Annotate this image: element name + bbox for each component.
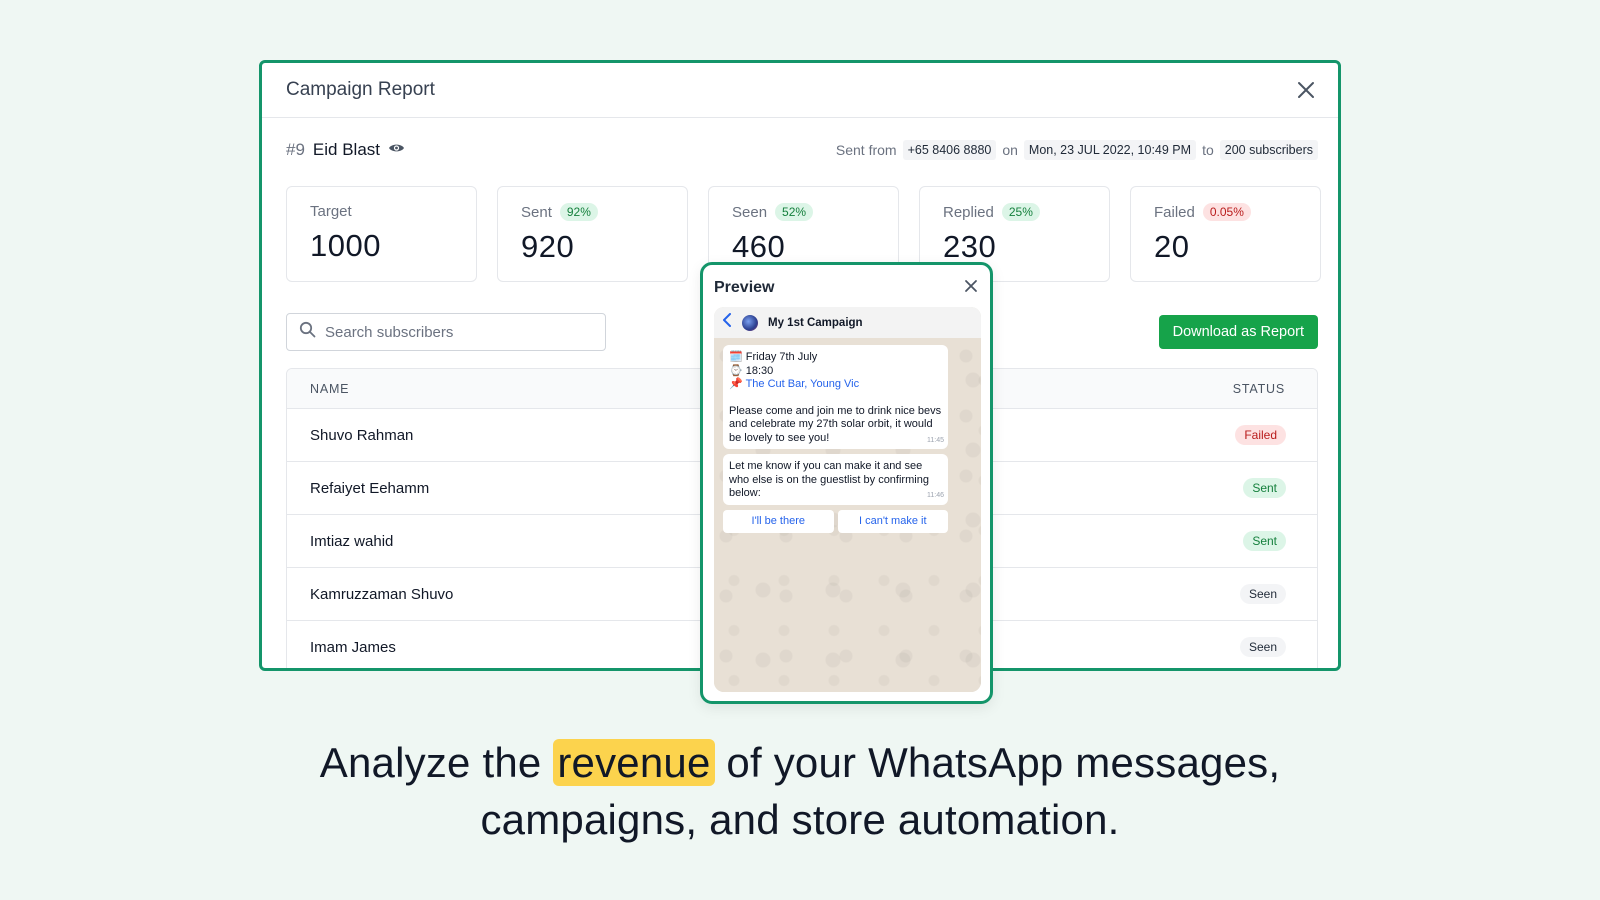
to-label: to xyxy=(1202,142,1214,158)
stat-label: Seen xyxy=(732,203,768,221)
on-label: on xyxy=(1002,142,1018,158)
status-badge: Seen xyxy=(1239,584,1286,604)
sent-date: Mon, 23 JUL 2022, 10:49 PM xyxy=(1023,140,1197,160)
stat-label: Sent xyxy=(521,203,552,221)
preview-popover: Preview My 1st Campaign 🗓️ Friday 7th Ju… xyxy=(700,262,993,704)
stat-value: 1000 xyxy=(310,228,381,263)
stat-value: 920 xyxy=(521,229,575,264)
sender-number: +65 8406 8880 xyxy=(902,140,997,160)
close-icon[interactable] xyxy=(962,277,980,295)
subscriber-name: Imam James xyxy=(310,638,396,656)
preview-title: Preview xyxy=(714,279,775,296)
pin-icon: 📌 xyxy=(729,378,743,390)
chat-name: My 1st Campaign xyxy=(768,316,863,329)
tagline-highlight: revenue xyxy=(553,739,715,786)
stat-label: Target xyxy=(310,203,352,220)
whatsapp-preview: My 1st Campaign 🗓️ Friday 7th July ⌚ 18:… xyxy=(714,307,981,692)
chat-header: My 1st Campaign xyxy=(714,307,981,338)
stat-value: 460 xyxy=(732,229,786,264)
tagline-line1-end: of your WhatsApp messages, xyxy=(726,739,1281,786)
back-arrow-icon[interactable] xyxy=(722,313,732,332)
tagline-start: Analyze the xyxy=(319,739,542,786)
chat-area: 🗓️ Friday 7th July ⌚ 18:30 📌 The Cut Bar… xyxy=(714,338,981,692)
stat-badge: 0.05% xyxy=(1202,203,1251,221)
subscriber-name: Refaiyet Eehamm xyxy=(310,479,430,497)
status-badge: Seen xyxy=(1239,637,1286,657)
reply-no-button[interactable]: I can't make it xyxy=(837,509,948,533)
modal-title: Campaign Report xyxy=(286,79,435,100)
campaign-name: Eid Blast xyxy=(312,140,381,159)
stat-card-failed: Failed 0.05% 20 xyxy=(1130,186,1321,282)
status-badge: Sent xyxy=(1243,531,1286,551)
message-time: 11:45 xyxy=(927,436,944,444)
subscriber-name: Imtiaz wahid xyxy=(310,532,394,550)
message-body: Let me know if you can make it and see w… xyxy=(729,460,929,499)
tagline-line2: campaigns, and store automation. xyxy=(480,796,1120,843)
stat-label: Replied xyxy=(943,203,994,221)
search-icon xyxy=(299,321,316,343)
sent-from-label: Sent from xyxy=(835,142,897,158)
stat-badge: 25% xyxy=(1001,203,1040,221)
campaign-meta-row: #9 Eid Blast Sent from +65 8406 8880 on … xyxy=(286,140,1318,160)
message-bubble: 🗓️ Friday 7th July ⌚ 18:30 📌 The Cut Bar… xyxy=(723,345,948,449)
message-body: Please come and join me to drink nice be… xyxy=(729,404,942,444)
subscriber-name: Kamruzzaman Shuvo xyxy=(310,585,454,603)
tagline: Analyze the revenue of your WhatsApp mes… xyxy=(0,734,1600,848)
column-header-name[interactable]: NAME xyxy=(310,382,349,396)
search-input[interactable] xyxy=(325,323,585,341)
eye-icon[interactable] xyxy=(388,141,405,159)
subscriber-name: Shuvo Rahman xyxy=(310,426,414,444)
reply-yes-button[interactable]: I'll be there xyxy=(723,509,834,533)
stat-badge: 52% xyxy=(775,203,814,221)
stat-card-target: Target 1000 xyxy=(286,186,477,282)
search-box[interactable] xyxy=(286,313,606,351)
event-date: 🗓️ Friday 7th July xyxy=(729,351,818,363)
close-icon[interactable] xyxy=(1294,78,1318,102)
recipients-count: 200 subscribers xyxy=(1219,140,1318,160)
download-report-button[interactable]: Download as Report xyxy=(1158,315,1318,349)
event-time: ⌚ 18:30 xyxy=(729,364,774,377)
quick-replies: I'll be there I can't make it xyxy=(723,509,948,533)
stat-value: 20 xyxy=(1154,229,1190,264)
column-header-status[interactable]: STATUS xyxy=(1233,382,1285,396)
stat-badge: 92% xyxy=(559,203,598,221)
avatar xyxy=(742,314,758,331)
stat-label: Failed xyxy=(1154,203,1195,221)
campaign-id: #9 xyxy=(286,140,305,159)
event-location-line: 📌 The Cut Bar, Young Vic xyxy=(729,378,942,392)
modal-header: Campaign Report xyxy=(262,63,1338,118)
message-bubble: Let me know if you can make it and see w… xyxy=(723,454,948,505)
stat-card-sent: Sent 92% 920 xyxy=(497,186,688,282)
message-time: 11:46 xyxy=(927,492,944,499)
event-location-link[interactable]: The Cut Bar, Young Vic xyxy=(746,378,860,390)
status-badge: Sent xyxy=(1243,478,1286,498)
stat-value: 230 xyxy=(943,229,997,264)
status-badge: Failed xyxy=(1235,425,1286,445)
